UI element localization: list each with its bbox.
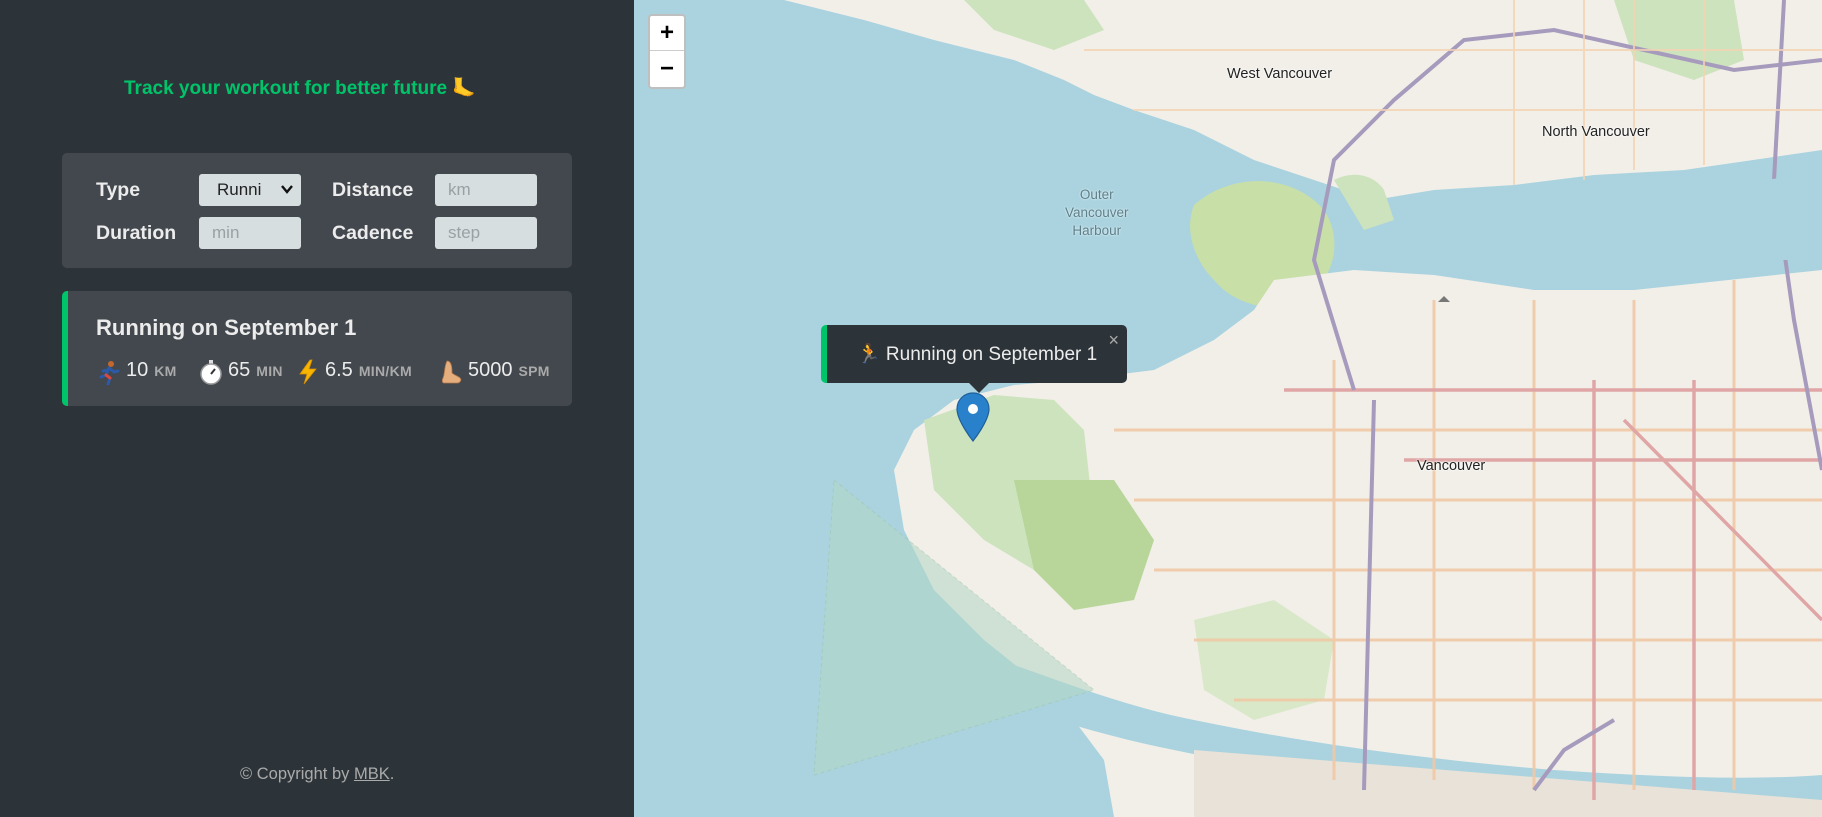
workout-form: Type Runni Distance km Duration min Cade… (62, 153, 572, 268)
duration-value: 65 (228, 359, 251, 381)
cadence-unit: SPM (518, 363, 550, 379)
sidebar: Track your workout for better future 🦶 T… (0, 0, 634, 817)
distance-value: 10 (126, 359, 149, 381)
duration-input[interactable]: min (199, 217, 301, 249)
lightning-icon (299, 359, 317, 385)
cadence-value: 5000 (468, 359, 513, 381)
runner-icon (99, 361, 120, 385)
cadence-placeholder: step (448, 223, 481, 242)
copyright-suffix: . (389, 765, 395, 783)
type-select[interactable]: Runni (199, 174, 301, 206)
popup-text: 🏃 Running on September 1 (857, 344, 1098, 365)
distance-label: Distance (332, 179, 414, 201)
workout-title: Running on September 1 (96, 315, 357, 340)
copyright-prefix: © Copyright by (240, 765, 354, 783)
cadence-input[interactable]: step (435, 217, 537, 249)
workout-pace: 6.5 MIN/KM (295, 359, 412, 385)
workout-cadence: 5000 SPM (438, 359, 550, 385)
map-marker-icon[interactable] (956, 392, 990, 442)
workout-duration: 65 MIN (198, 359, 283, 385)
popup-close-button[interactable]: × (1108, 330, 1119, 351)
workout-distance: 10 KM (96, 359, 177, 385)
map-popup[interactable]: 🏃 Running on September 1 × (821, 325, 1127, 393)
foot-icon (441, 360, 462, 384)
zoom-in-button[interactable]: + (650, 16, 684, 51)
zoom-out-button[interactable]: − (650, 51, 684, 86)
distance-placeholder: km (448, 180, 471, 199)
label-outer-vancouver-harbour: Outer Vancouver Harbour (1065, 186, 1129, 240)
pace-unit: MIN/KM (358, 363, 412, 379)
harbour-label-line2: Vancouver (1065, 205, 1129, 220)
harbour-label-line1: Outer (1079, 187, 1114, 202)
distance-input[interactable]: km (435, 174, 537, 206)
duration-label: Duration (96, 222, 177, 244)
stopwatch-icon (200, 360, 222, 385)
map-tiles (634, 0, 1822, 817)
type-select-value: Runni (217, 180, 262, 199)
label-vancouver: Vancouver (1417, 458, 1486, 474)
label-north-vancouver: North Vancouver (1542, 124, 1650, 140)
tagline: Track your workout for better future 🦶 (124, 78, 476, 99)
workout-item[interactable]: Running on September 1 10 KM 65 MIN 6.5 … (62, 291, 572, 406)
copyright: © Copyright by MBK. (240, 765, 394, 784)
copyright-link[interactable]: MBK (354, 765, 390, 783)
zoom-control: + − (648, 14, 686, 89)
label-west-vancouver: West Vancouver (1227, 66, 1333, 82)
duration-unit: MIN (256, 363, 283, 379)
cadence-label: Cadence (332, 222, 414, 244)
distance-unit: KM (154, 363, 177, 379)
chevron-down-icon (281, 185, 293, 194)
harbour-label-line3: Harbour (1072, 223, 1122, 238)
type-label: Type (96, 179, 141, 201)
pace-value: 6.5 (325, 359, 353, 381)
map[interactable]: West Vancouver North Vancouver Vancouver… (634, 0, 1822, 817)
duration-placeholder: min (212, 223, 240, 242)
